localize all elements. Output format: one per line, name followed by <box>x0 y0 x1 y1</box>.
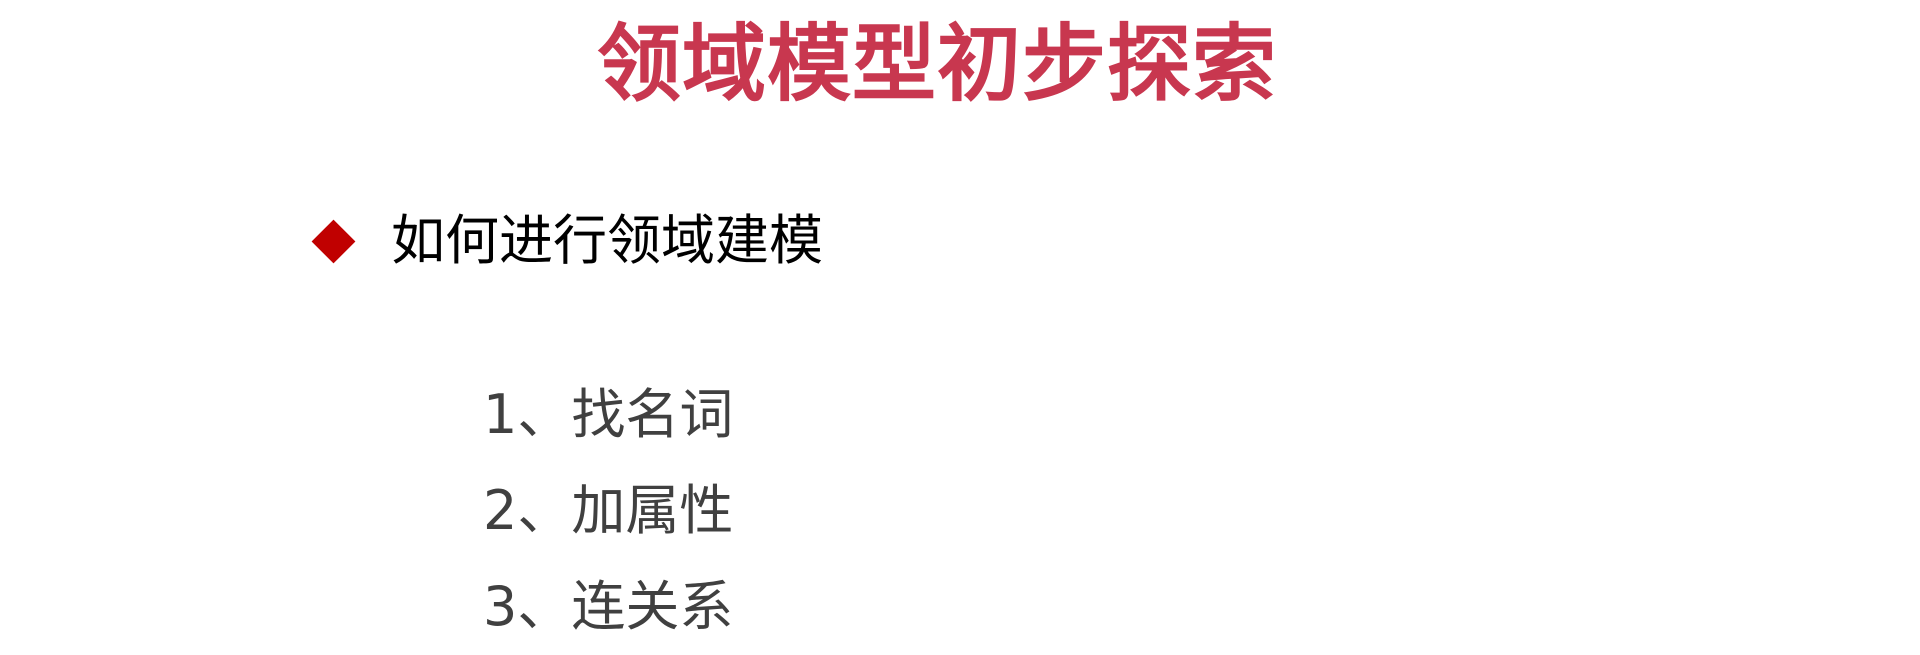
step-item: 1、找名词 <box>483 383 734 446</box>
step-item: 3、连关系 <box>483 575 734 638</box>
diamond-bullet-icon <box>311 219 356 263</box>
step-item: 2、加属性 <box>483 479 734 542</box>
steps-list: 1、找名词 2、加属性 3、连关系 <box>483 367 733 655</box>
bullet-text: 如何进行领域建模 <box>391 209 823 272</box>
bullet-item: 如何进行领域建模 <box>311 206 823 276</box>
slide-title: 领域模型初步探索 <box>596 15 1277 113</box>
